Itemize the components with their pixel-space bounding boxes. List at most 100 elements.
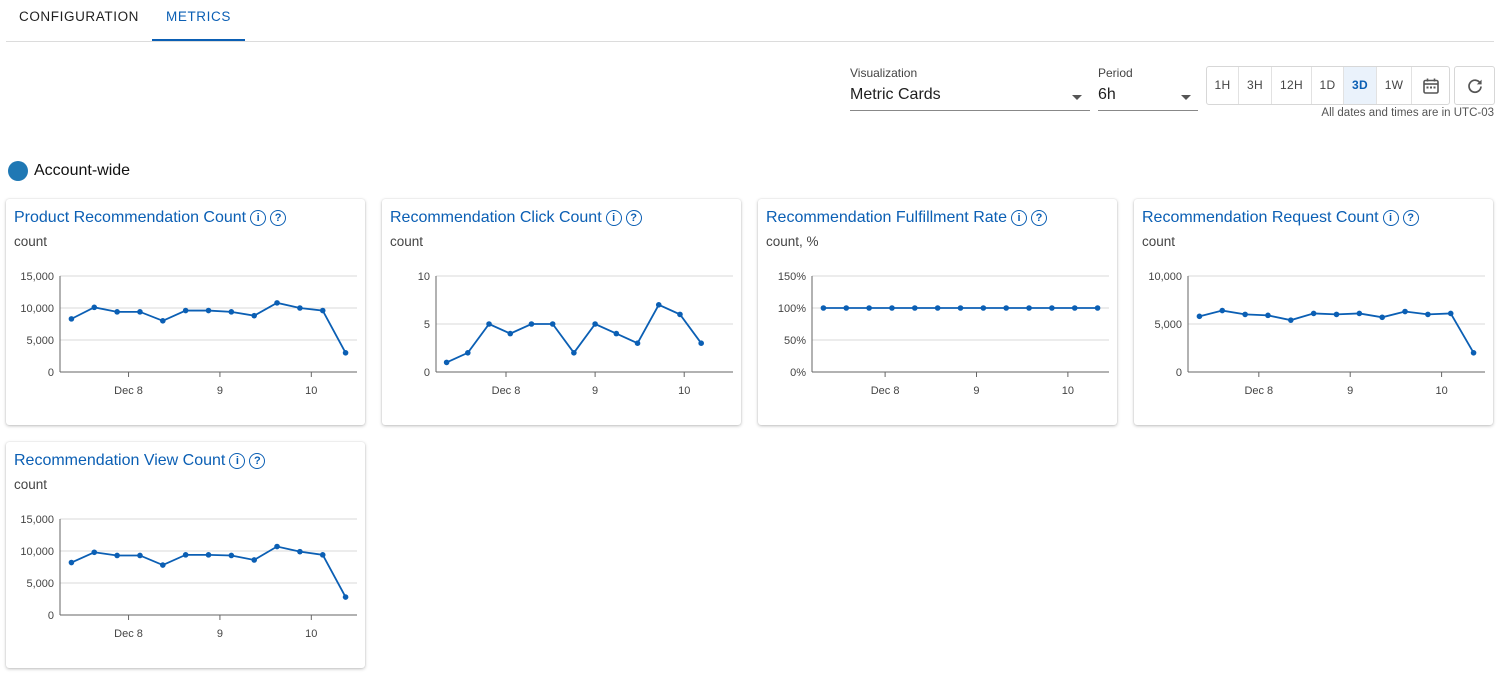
line-chart: 0 5,000 10,000 15,000 Dec 8 9 10: [20, 271, 357, 397]
data-point[interactable]: [957, 305, 964, 311]
data-point[interactable]: [634, 340, 641, 346]
range-1d-button[interactable]: 1D: [1312, 67, 1344, 104]
data-point[interactable]: [1288, 317, 1294, 323]
range-12h-button[interactable]: 12H: [1272, 67, 1312, 104]
data-point[interactable]: [297, 305, 303, 311]
data-point[interactable]: [1447, 310, 1454, 317]
data-point[interactable]: [342, 350, 349, 356]
y-tick-label: 0: [48, 367, 54, 379]
data-point[interactable]: [1049, 305, 1055, 311]
data-point[interactable]: [866, 305, 872, 311]
data-point[interactable]: [160, 318, 166, 324]
y-tick-label: 0: [48, 610, 54, 622]
data-point[interactable]: [1242, 311, 1248, 318]
data-point[interactable]: [91, 304, 98, 311]
data-point[interactable]: [205, 552, 212, 558]
data-point[interactable]: [1265, 312, 1271, 319]
calendar-button[interactable]: [1412, 67, 1449, 104]
data-point[interactable]: [137, 552, 143, 559]
info-icon[interactable]: i: [605, 210, 622, 226]
data-point[interactable]: [319, 307, 326, 314]
y-tick-label: 0: [424, 367, 430, 379]
info-icon[interactable]: i: [229, 453, 246, 469]
data-point[interactable]: [1356, 310, 1363, 317]
data-point[interactable]: [91, 549, 98, 556]
range-3h-button[interactable]: 3H: [1239, 67, 1272, 104]
group-label: Account-wide: [34, 162, 131, 179]
data-point[interactable]: [571, 350, 577, 356]
info-icon[interactable]: i: [1011, 210, 1027, 226]
data-point[interactable]: [1196, 313, 1203, 320]
data-point[interactable]: [613, 330, 620, 337]
data-point[interactable]: [465, 350, 471, 356]
data-point[interactable]: [342, 594, 349, 600]
data-point[interactable]: [1425, 311, 1431, 318]
refresh-button[interactable]: [1454, 66, 1495, 105]
data-point[interactable]: [228, 552, 235, 559]
metric-title[interactable]: Recommendation Click Count: [390, 209, 602, 227]
data-point[interactable]: [297, 548, 303, 555]
data-point[interactable]: [182, 552, 189, 558]
data-point[interactable]: [251, 557, 257, 563]
metric-title[interactable]: Product Recommendation Count: [14, 209, 246, 227]
data-point[interactable]: [1402, 308, 1408, 315]
data-point[interactable]: [677, 311, 683, 318]
data-point[interactable]: [486, 321, 492, 327]
help-icon[interactable]: ?: [625, 210, 642, 226]
data-point[interactable]: [319, 552, 326, 558]
data-point[interactable]: [274, 543, 280, 550]
data-point[interactable]: [1219, 307, 1226, 314]
x-tick-label: 10: [678, 385, 690, 397]
data-point[interactable]: [934, 305, 941, 311]
data-point[interactable]: [912, 305, 918, 311]
metric-title[interactable]: Recommendation Request Count: [1142, 209, 1379, 227]
data-point[interactable]: [137, 309, 143, 315]
help-icon[interactable]: ?: [270, 210, 287, 226]
metric-title[interactable]: Recommendation View Count: [14, 452, 225, 470]
data-point[interactable]: [274, 300, 280, 306]
range-3d-button[interactable]: 3D: [1344, 67, 1377, 104]
card-title-row: Recommendation Click Count i ?: [390, 209, 642, 227]
y-tick-label: 10,000: [20, 303, 54, 315]
range-1h-button[interactable]: 1H: [1207, 67, 1239, 104]
data-point[interactable]: [1071, 305, 1078, 311]
data-point[interactable]: [698, 340, 704, 346]
data-point[interactable]: [68, 559, 75, 566]
data-point[interactable]: [160, 562, 166, 568]
help-icon[interactable]: ?: [249, 453, 266, 469]
data-point[interactable]: [528, 321, 535, 327]
data-point[interactable]: [1094, 305, 1101, 311]
tab-metrics[interactable]: METRICS: [152, 0, 245, 41]
data-point[interactable]: [205, 307, 212, 314]
data-point[interactable]: [980, 305, 987, 311]
data-point[interactable]: [182, 307, 189, 314]
data-point[interactable]: [843, 305, 850, 311]
data-point[interactable]: [820, 305, 827, 311]
data-point[interactable]: [507, 330, 514, 337]
metric-title[interactable]: Recommendation Fulfillment Rate: [766, 209, 1007, 227]
data-point[interactable]: [251, 312, 257, 319]
data-point[interactable]: [114, 309, 120, 315]
data-point[interactable]: [114, 552, 120, 559]
card-title-row: Recommendation Request Count i ?: [1142, 209, 1419, 227]
data-point[interactable]: [1310, 310, 1317, 317]
data-point[interactable]: [592, 321, 598, 327]
data-point[interactable]: [1003, 305, 1009, 311]
help-icon[interactable]: ?: [1402, 210, 1419, 226]
tab-configuration[interactable]: CONFIGURATION: [6, 0, 152, 40]
data-point[interactable]: [68, 316, 75, 322]
data-point[interactable]: [228, 309, 235, 315]
range-1w-button[interactable]: 1W: [1377, 67, 1412, 104]
data-point[interactable]: [655, 302, 662, 308]
info-icon[interactable]: i: [250, 210, 267, 226]
data-point[interactable]: [1333, 311, 1340, 318]
help-icon[interactable]: ?: [1031, 210, 1047, 226]
data-point[interactable]: [889, 305, 895, 311]
data-point[interactable]: [549, 321, 556, 327]
info-icon[interactable]: i: [1382, 210, 1399, 226]
data-point[interactable]: [1470, 350, 1477, 356]
data-point[interactable]: [443, 359, 450, 366]
line-chart: 0 5,000 10,000 Dec 8 9 10: [1148, 271, 1485, 397]
data-point[interactable]: [1379, 314, 1385, 321]
data-point[interactable]: [1026, 305, 1032, 311]
